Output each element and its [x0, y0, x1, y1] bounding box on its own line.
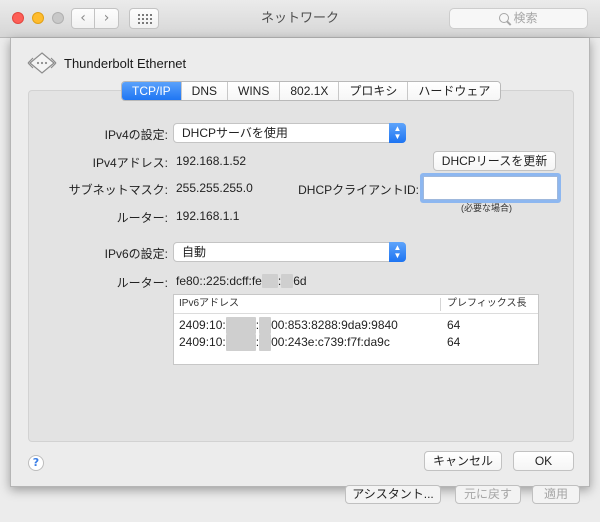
table-header: IPv6アドレス プレフィックス長: [174, 295, 538, 314]
tab-proxy[interactable]: プロキシ: [338, 82, 408, 100]
ipv6-router-value: fe80::225:dcff:fexx:xx6d: [176, 274, 307, 288]
redacted-block: xx: [259, 317, 272, 334]
redacted-block: xxxx: [225, 317, 256, 334]
revert-button[interactable]: 元に戻す: [455, 485, 521, 504]
ipv6-address-prefix: 2409:10:: [179, 335, 226, 349]
search-field[interactable]: 検索: [449, 8, 588, 29]
prefix-length-cell: 64: [447, 318, 461, 332]
ipv4-config-select[interactable]: DHCPサーバを使用 ▲ ▼: [173, 123, 406, 143]
redacted-block: xx: [261, 274, 278, 288]
ipv6-address-prefix: 2409:10:: [179, 318, 226, 332]
column-divider: [440, 298, 441, 311]
tab-8021x[interactable]: 802.1X: [279, 82, 339, 100]
prefix-length-cell: 64: [447, 335, 461, 349]
ipv4-config-label: IPv4の設定:: [104, 128, 168, 142]
ok-button[interactable]: OK: [513, 451, 574, 471]
ipv6-router-label: ルーター:: [116, 276, 168, 290]
ipv4-config-value: DHCPサーバを使用: [182, 126, 288, 140]
tab-wins[interactable]: WINS: [227, 82, 280, 100]
redacted-block: xxxx: [225, 334, 256, 351]
ipv6-router-prefix: fe80::225:dcff:fe: [176, 274, 262, 288]
tab-hardware[interactable]: ハードウェア: [407, 82, 501, 100]
ipv6-router-suffix: 6d: [293, 274, 307, 288]
column-header-prefix-length[interactable]: プレフィックス長: [447, 295, 527, 313]
title-bar: ‹ › ネットワーク 検索: [0, 0, 600, 38]
show-all-button[interactable]: [129, 8, 159, 29]
grid-icon: [138, 14, 152, 24]
minimize-window-button[interactable]: [32, 12, 44, 24]
subnet-mask-label: サブネットマスク:: [68, 183, 168, 197]
ipv6-address-suffix: 00:853:8288:9da9:9840: [271, 318, 398, 332]
ipv4-router-label: ルーター:: [116, 211, 168, 225]
renew-dhcp-lease-button[interactable]: DHCPリースを更新: [433, 151, 556, 171]
dhcp-client-id-hint: (必要な場合): [461, 203, 512, 213]
tab-dns[interactable]: DNS: [180, 82, 228, 100]
ethernet-icon: [27, 52, 57, 74]
zoom-window-button[interactable]: [52, 12, 64, 24]
interface-name: Thunderbolt Ethernet: [64, 56, 187, 71]
apply-button[interactable]: 適用: [532, 485, 580, 504]
forward-button[interactable]: ›: [95, 8, 119, 29]
search-placeholder: 検索: [513, 11, 538, 25]
table-row[interactable]: 2409:10:xxxx:xx00:853:8288:9da9:9840 64: [174, 317, 538, 334]
ipv6-address-cell: 2409:10:xxxx:xx00:853:8288:9da9:9840: [179, 317, 398, 334]
subnet-mask-value: 255.255.255.0: [176, 181, 253, 195]
help-button[interactable]: ?: [28, 455, 44, 471]
ipv4-address-value: 192.168.1.52: [176, 154, 247, 168]
ipv6-config-select[interactable]: 自動 ▲ ▼: [173, 242, 406, 262]
ipv6-config-label: IPv6の設定:: [104, 247, 168, 261]
redacted-block: xx: [259, 334, 272, 351]
close-window-button[interactable]: [12, 12, 24, 24]
ipv4-address-label: IPv4アドレス:: [92, 156, 168, 170]
chevron-right-icon: ›: [103, 10, 110, 26]
updown-arrow-icon: ▲ ▼: [389, 242, 406, 262]
tab-tcpip[interactable]: TCP/IP: [122, 82, 181, 100]
redacted-block: xx: [281, 274, 294, 288]
ipv6-config-value: 自動: [182, 245, 207, 259]
tab-bar: TCP/IP DNS WINS 802.1X プロキシ ハードウェア: [121, 81, 502, 101]
network-preferences-window: ‹ › ネットワーク 検索 Thunderbolt Ethernet TCP/I…: [0, 0, 600, 522]
cancel-button[interactable]: キャンセル: [424, 451, 502, 471]
chevron-left-icon: ‹: [80, 10, 86, 26]
dhcp-client-id-label: DHCPクライアントID:: [298, 183, 419, 197]
dhcp-client-id-field[interactable]: [423, 176, 558, 200]
updown-arrow-icon: ▲ ▼: [389, 123, 406, 143]
back-button[interactable]: ‹: [71, 8, 95, 29]
column-header-address[interactable]: IPv6アドレス: [179, 295, 239, 313]
search-icon: [499, 13, 510, 23]
advanced-settings-sheet: Thunderbolt Ethernet TCP/IP DNS WINS 802…: [10, 38, 590, 487]
ipv4-router-value: 192.168.1.1: [176, 209, 240, 223]
ipv6-address-suffix: 00:243e:c739:f7f:da9c: [271, 335, 390, 349]
table-row[interactable]: 2409:10:xxxx:xx00:243e:c739:f7f:da9c 64: [174, 334, 538, 351]
assistant-button[interactable]: アシスタント...: [345, 485, 441, 504]
ipv6-address-table: IPv6アドレス プレフィックス長 2409:10:xxxx:xx00:853:…: [173, 294, 539, 365]
ipv6-address-cell: 2409:10:xxxx:xx00:243e:c739:f7f:da9c: [179, 334, 390, 351]
